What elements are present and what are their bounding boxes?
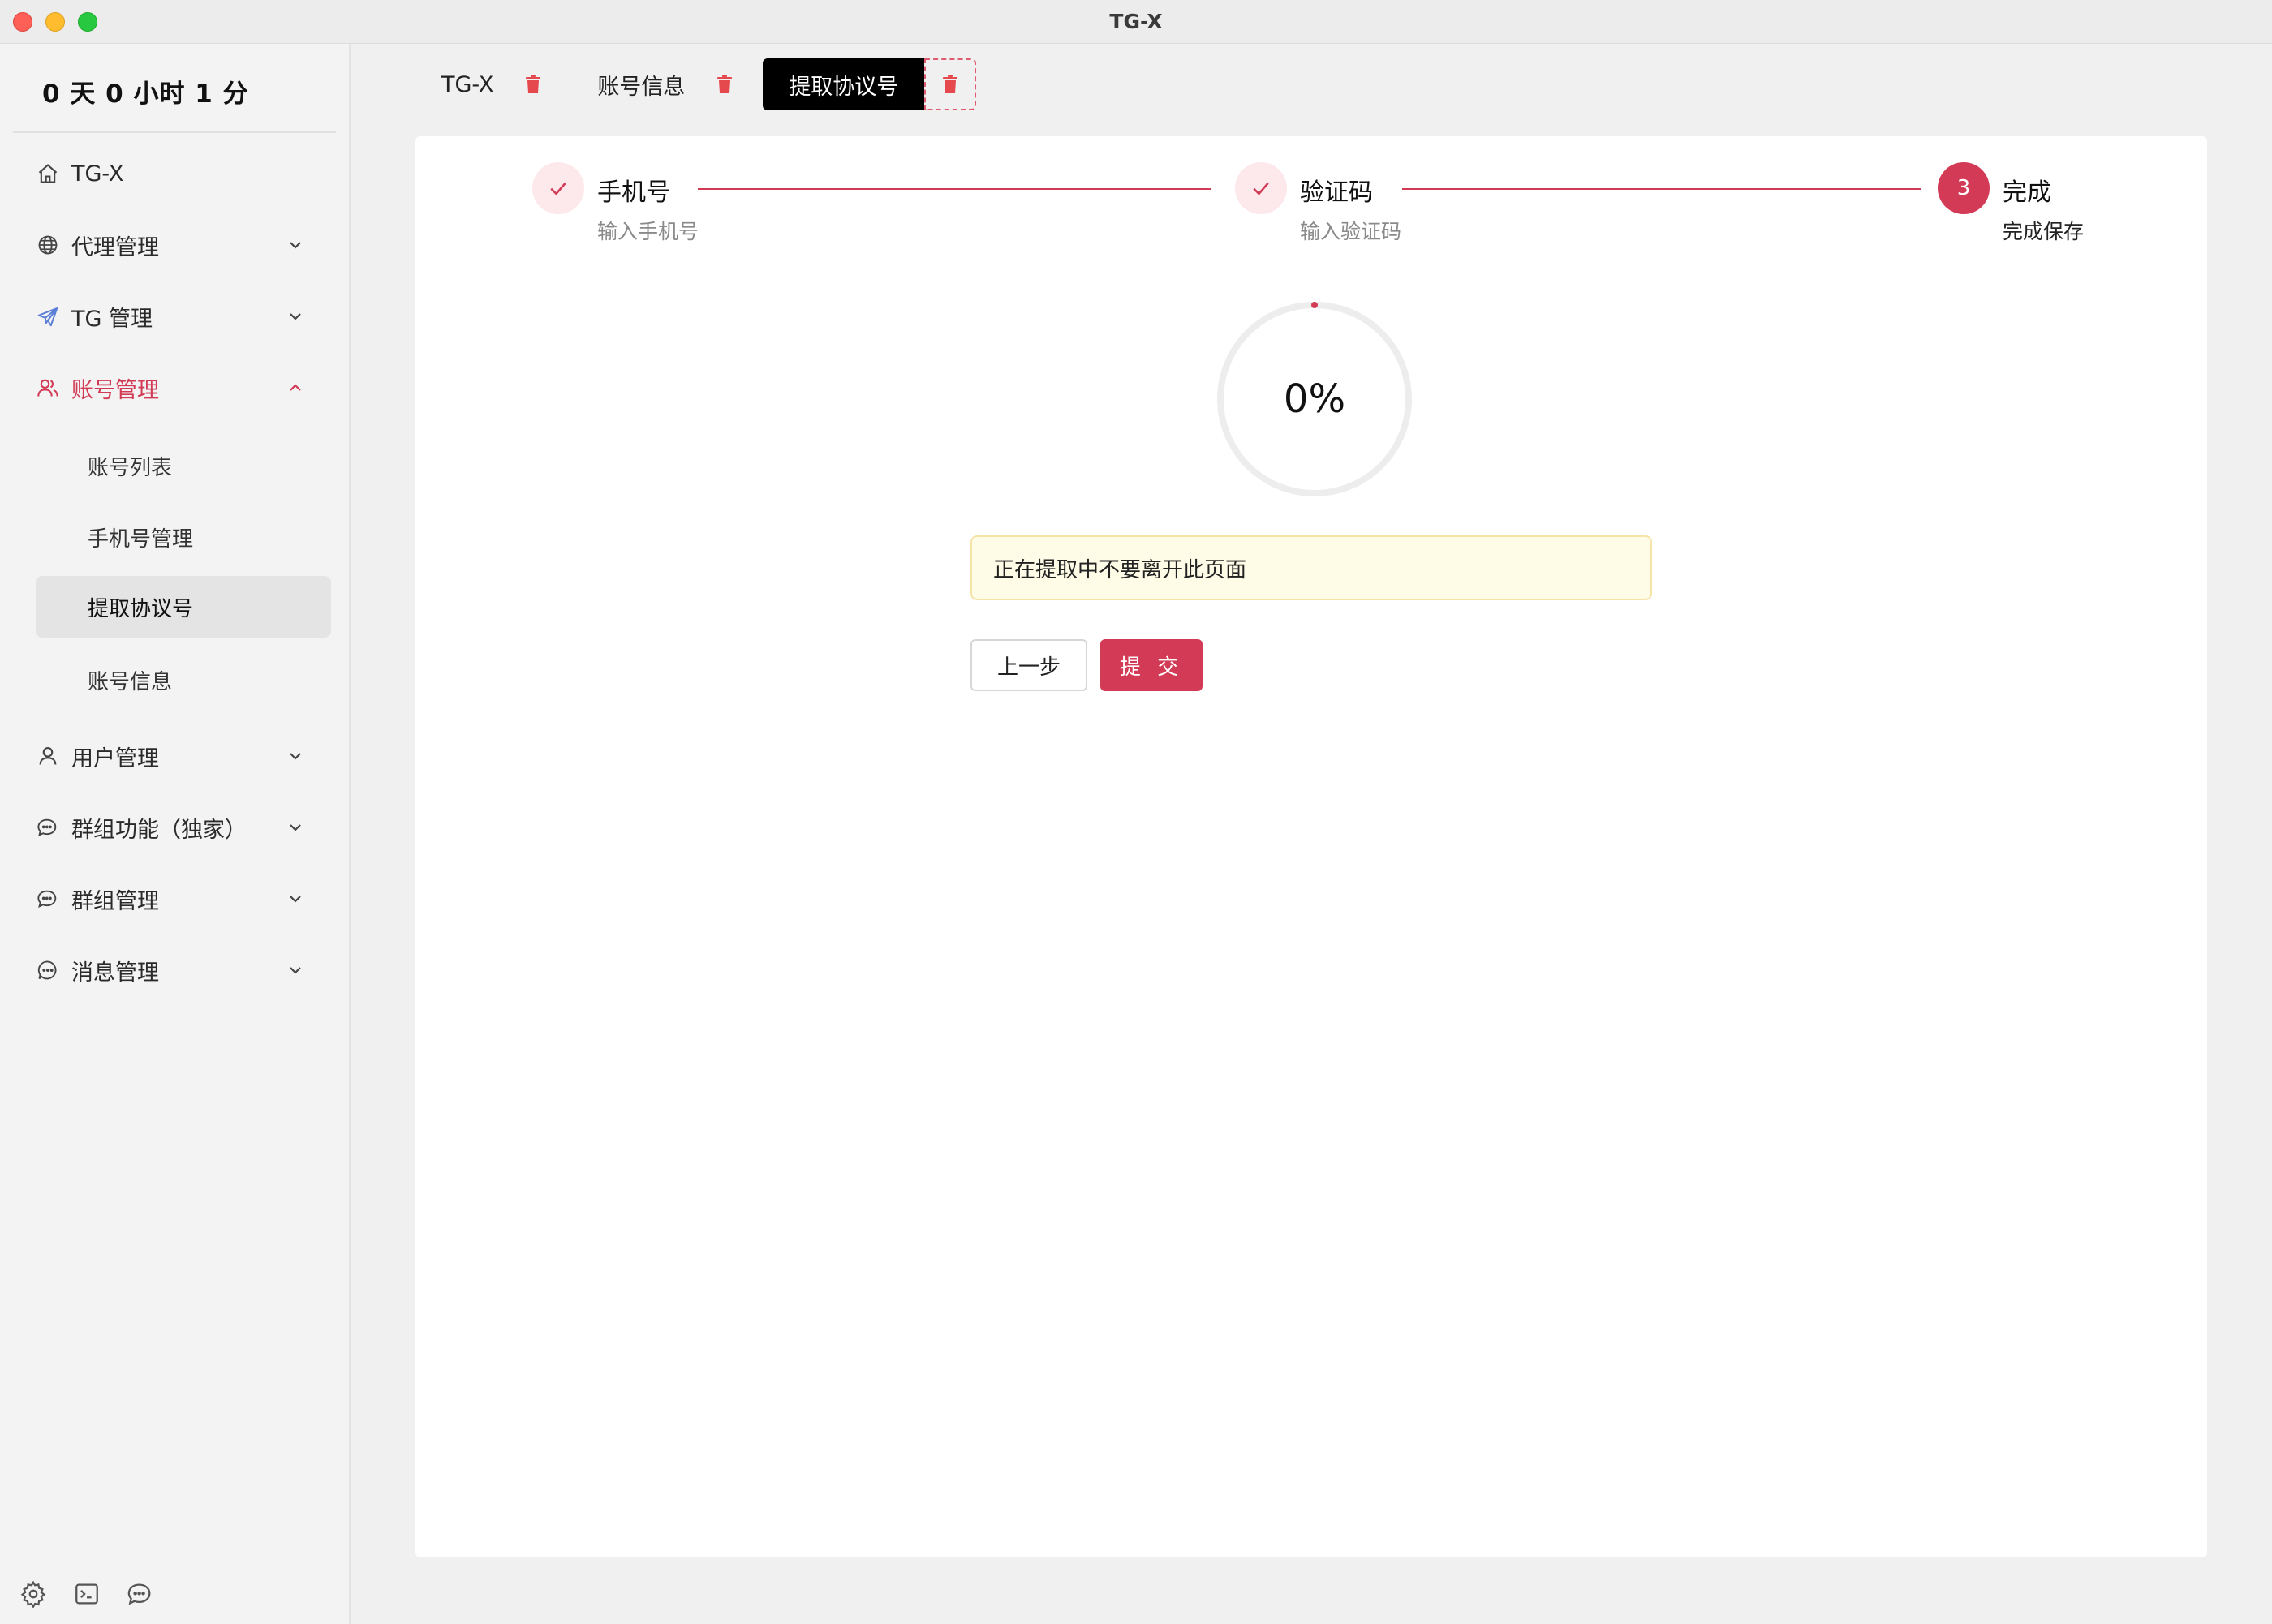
- main-card: 手机号 输入手机号 验证码 输入验证码 3 完成 完成保存 0% 正在提取中不要…: [415, 136, 2207, 1557]
- step-1-desc: 输入手机号: [597, 220, 699, 243]
- sidebar-item-users[interactable]: 用户管理: [36, 730, 312, 782]
- step-connector: [698, 188, 1211, 190]
- gear-icon[interactable]: [19, 1580, 47, 1608]
- chat-icon[interactable]: [127, 1580, 154, 1608]
- sidebar-subitem-extract-protocol[interactable]: 提取协议号: [36, 576, 331, 638]
- window-title: TG-X: [1109, 10, 1163, 33]
- chat-bubbles-icon: [36, 887, 60, 911]
- tab-account-info[interactable]: 账号信息: [578, 58, 745, 110]
- sidebar-item-label: 群组管理: [71, 888, 159, 914]
- trash-icon[interactable]: [704, 58, 745, 110]
- sidebar-item-proxy[interactable]: 代理管理: [36, 219, 312, 271]
- progress-percent: 0%: [1283, 376, 1346, 422]
- sidebar-item-tg[interactable]: TG 管理: [36, 290, 312, 342]
- check-icon: [550, 182, 566, 195]
- tab-label[interactable]: 账号信息: [578, 69, 704, 101]
- home-icon: [36, 161, 60, 186]
- step-2-title: 验证码: [1300, 178, 1373, 207]
- sidebar-item-label: 消息管理: [71, 960, 159, 986]
- sidebar-divider: [13, 131, 336, 133]
- trash-icon[interactable]: [513, 58, 553, 110]
- sidebar: 0 天 0 小时 1 分 TG-X 代理管理 TG 管理 账号管理 账号列表 手…: [0, 44, 351, 1624]
- chevron-down-icon: [290, 313, 301, 320]
- sidebar-item-label: TG-X: [71, 161, 124, 187]
- sidebar-subitem-account-info[interactable]: 账号信息: [36, 649, 331, 711]
- sidebar-item-messages[interactable]: 消息管理: [36, 944, 312, 996]
- users-icon: [36, 376, 60, 400]
- sidebar-item-group-features[interactable]: 群组功能（独家）: [36, 801, 312, 853]
- step-2-indicator: [1235, 162, 1287, 214]
- telegram-icon: [36, 304, 60, 329]
- check-icon: [1253, 182, 1269, 195]
- chat-bubbles-icon: [36, 815, 60, 840]
- tab-label[interactable]: 提取协议号: [763, 58, 925, 110]
- sidebar-item-label: TG 管理: [71, 306, 153, 332]
- tab-bar: TG-X 账号信息 提取协议号: [422, 58, 977, 110]
- step-2-desc: 输入验证码: [1300, 220, 1402, 243]
- warning-alert: 正在提取中不要离开此页面: [970, 535, 1652, 600]
- alert-text: 正在提取中不要离开此页面: [993, 557, 1247, 582]
- sidebar-item-label: 用户管理: [71, 745, 159, 771]
- step-3-title: 完成: [2003, 178, 2051, 207]
- sidebar-item-label: 账号管理: [71, 377, 159, 403]
- tab-tgx[interactable]: TG-X: [422, 58, 553, 110]
- terminal-icon[interactable]: [73, 1580, 101, 1608]
- step-connector: [1402, 188, 1921, 190]
- sidebar-item-tgx[interactable]: TG-X: [36, 148, 312, 200]
- sidebar-item-accounts[interactable]: 账号管理: [36, 362, 312, 414]
- step-1-title: 手机号: [597, 178, 670, 207]
- title-bar: TG-X: [0, 0, 2272, 44]
- chevron-down-icon: [290, 753, 301, 760]
- sidebar-subitem-account-list[interactable]: 账号列表: [36, 435, 331, 496]
- user-icon: [36, 744, 60, 768]
- globe-icon: [36, 233, 60, 257]
- chevron-down-icon: [290, 242, 301, 249]
- uptime-display: 0 天 0 小时 1 分: [42, 79, 249, 109]
- sidebar-item-group-management[interactable]: 群组管理: [36, 873, 312, 925]
- previous-step-button[interactable]: 上一步: [970, 639, 1087, 691]
- chevron-down-icon: [290, 967, 301, 974]
- step-3-indicator: 3: [1938, 162, 1990, 214]
- chevron-down-icon: [290, 824, 301, 831]
- tab-extract-protocol[interactable]: 提取协议号: [763, 58, 977, 110]
- step-1-indicator: [532, 162, 584, 214]
- chevron-up-icon: [290, 384, 301, 391]
- sidebar-footer: [19, 1580, 154, 1608]
- chevron-down-icon: [290, 896, 301, 903]
- submit-button[interactable]: 提 交: [1100, 639, 1203, 691]
- step-3-desc: 完成保存: [2003, 220, 2085, 243]
- sidebar-item-label: 代理管理: [71, 234, 159, 260]
- trash-icon[interactable]: [924, 58, 977, 110]
- sidebar-subitem-phone-management[interactable]: 手机号管理: [36, 506, 331, 568]
- message-icon: [36, 958, 60, 982]
- sidebar-item-label: 群组功能（独家）: [71, 817, 247, 843]
- tab-label[interactable]: TG-X: [422, 72, 513, 97]
